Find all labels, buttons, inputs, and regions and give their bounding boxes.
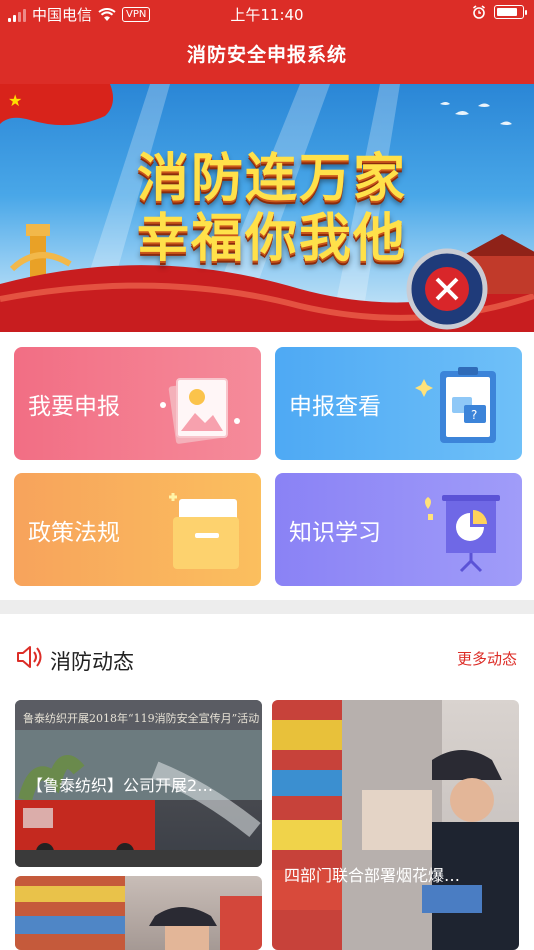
speaker-icon — [17, 646, 42, 668]
policy-label: 政策法规 — [28, 520, 120, 546]
section-divider — [0, 600, 534, 614]
archive-box-icon — [169, 493, 239, 569]
banner-slogan-line2: 幸福你我他 — [136, 209, 407, 269]
status-bar: 中国电信 VPN 上午11:40 — [0, 0, 534, 28]
learn-card-button[interactable]: 知识学习 — [275, 473, 522, 586]
banner-carousel[interactable]: ★ 消防连万家 幸福你我他 — [0, 84, 534, 332]
more-news-link[interactable]: 更多动态 — [457, 648, 517, 669]
svg-text:?: ? — [471, 408, 477, 422]
news-photo-shop — [15, 876, 262, 950]
news-card[interactable]: 四部门联合部署烟花爆… — [272, 700, 519, 950]
top-bar: 中国电信 VPN 上午11:40 消防安全申报系统 — [0, 0, 534, 84]
presentation-icon — [425, 495, 500, 573]
news-caption: 【鲁泰纺织】公司开展2… — [27, 776, 214, 795]
view-card-button[interactable]: 申报查看 ? — [275, 347, 522, 460]
learn-label: 知识学习 — [289, 520, 381, 546]
status-time: 上午11:40 — [230, 6, 304, 24]
policy-card-button[interactable]: 政策法规 — [14, 473, 261, 586]
picture-icon — [160, 378, 240, 444]
view-label: 申报查看 — [289, 394, 381, 420]
svg-text:鲁泰纺织开展2018年“119消防安全宣传月”活动: 鲁泰纺织开展2018年“119消防安全宣传月”活动 — [23, 711, 259, 725]
news-section-header: 消防动态 更多动态 — [0, 614, 534, 700]
clipboard-icon: ? — [415, 367, 496, 443]
report-card-button[interactable]: 我要申报 — [14, 347, 261, 460]
news-card[interactable] — [15, 876, 262, 950]
alarm-icon — [473, 5, 485, 19]
battery-icon — [494, 5, 527, 19]
svg-text:★: ★ — [8, 91, 22, 110]
news-photo-inspection — [272, 700, 519, 950]
news-card[interactable]: 鲁泰纺织开展2018年“119消防安全宣传月”活动 【鲁泰纺织】公司开展2… — [15, 700, 262, 867]
report-label: 我要申报 — [28, 394, 120, 420]
function-menu: 我要申报 申报查看 ? 政策法规 知识学习 — [0, 332, 534, 600]
page-title: 消防安全申报系统 — [186, 44, 347, 66]
news-section-title: 消防动态 — [50, 650, 134, 674]
news-caption: 四部门联合部署烟花爆… — [284, 866, 461, 885]
